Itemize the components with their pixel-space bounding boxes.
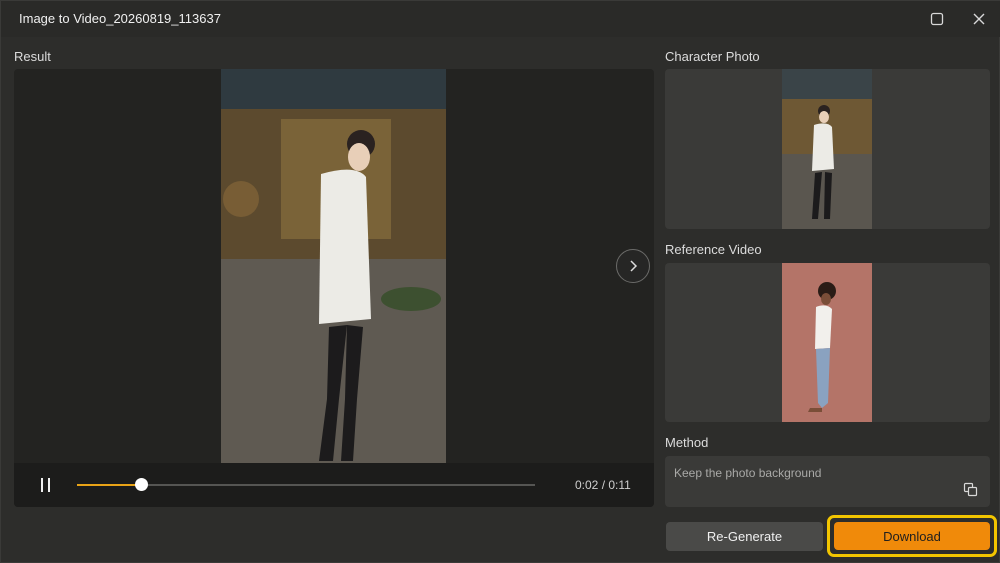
- close-icon: [973, 13, 985, 25]
- reference-video-thumbnail: [782, 263, 872, 422]
- next-button[interactable]: [616, 249, 650, 283]
- result-video-image: [221, 69, 446, 463]
- pause-icon: [41, 478, 50, 492]
- copy-button[interactable]: [963, 482, 979, 498]
- window-title: Image to Video_20260819_113637: [19, 11, 221, 26]
- player-controls: 0:02 / 0:11: [14, 463, 654, 507]
- pause-button[interactable]: [36, 475, 56, 495]
- result-label: Result: [14, 49, 51, 64]
- download-button[interactable]: Download: [834, 522, 990, 550]
- reference-video-panel[interactable]: [665, 263, 990, 422]
- chevron-right-icon: [630, 260, 638, 272]
- reference-video-label: Reference Video: [665, 242, 762, 257]
- character-photo-label: Character Photo: [665, 49, 760, 64]
- video-player: 0:02 / 0:11: [14, 69, 654, 507]
- copy-icon: [963, 482, 978, 497]
- title-bar: Image to Video_20260819_113637: [1, 1, 1000, 37]
- regenerate-button[interactable]: Re-Generate: [666, 522, 823, 551]
- progress-thumb[interactable]: [135, 478, 149, 491]
- character-photo-panel[interactable]: [665, 69, 990, 229]
- method-text-box[interactable]: Keep the photo background: [665, 456, 990, 507]
- maximize-icon: [930, 12, 944, 26]
- close-button[interactable]: [965, 7, 993, 31]
- result-video-frame[interactable]: [221, 69, 446, 463]
- maximize-button[interactable]: [923, 7, 951, 31]
- method-label: Method: [665, 435, 709, 450]
- download-button-highlight[interactable]: Download: [827, 515, 997, 557]
- method-text: Keep the photo background: [674, 466, 822, 480]
- playback-time: 0:02 / 0:11: [575, 478, 631, 492]
- app-window: Image to Video_20260819_113637 Result 0:…: [0, 0, 1000, 563]
- progress-fill: [77, 484, 142, 486]
- character-photo-thumbnail: [782, 69, 872, 229]
